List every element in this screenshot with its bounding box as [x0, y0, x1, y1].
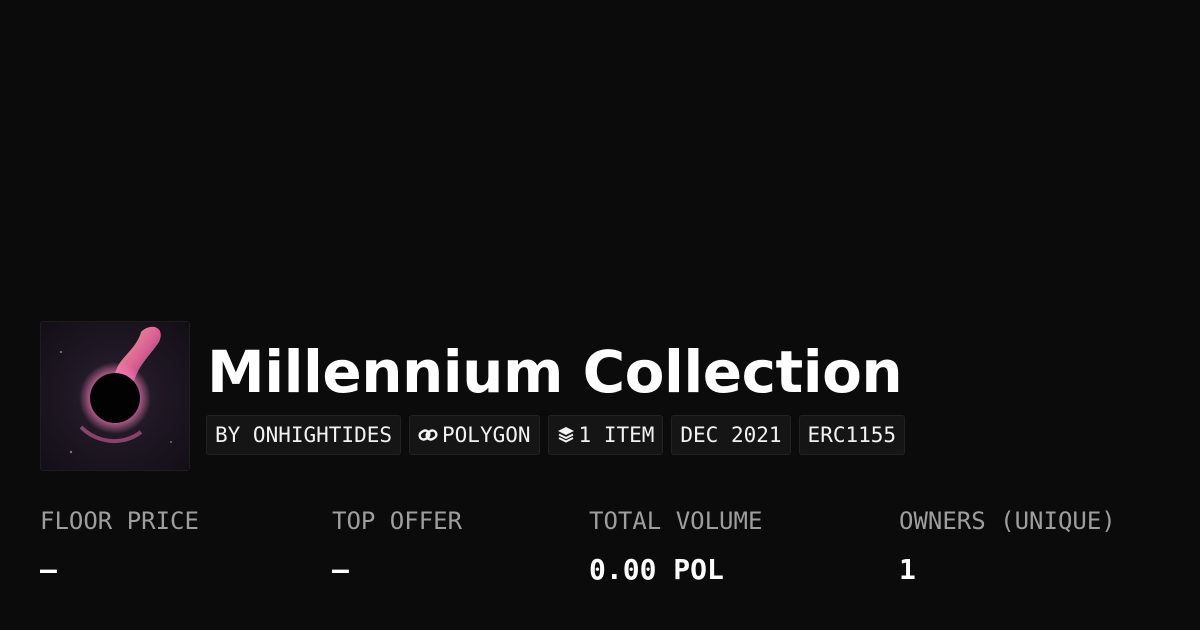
- standard-tag: ERC1155: [798, 415, 906, 455]
- total-volume-label: TOTAL VOLUME: [589, 507, 763, 535]
- top-offer-label: TOP OFFER: [332, 507, 463, 535]
- floor-price-value: –: [40, 553, 57, 586]
- items-tag[interactable]: 1 ITEM: [547, 415, 664, 455]
- date-label: DEC 2021: [680, 423, 782, 447]
- owners-value: 1: [899, 553, 916, 586]
- polygon-link-icon: [418, 426, 438, 444]
- date-tag: DEC 2021: [671, 415, 791, 455]
- floor-price-stat: FLOOR PRICE –: [40, 503, 199, 590]
- chain-tag[interactable]: POLYGON: [409, 415, 540, 455]
- chain-label: POLYGON: [442, 423, 531, 447]
- items-label: 1 ITEM: [578, 423, 655, 447]
- total-volume-stat: TOTAL VOLUME 0.00 POL: [589, 503, 762, 590]
- floor-price-label: FLOOR PRICE: [40, 507, 199, 535]
- collection-tags: BY ONHIGHTIDES POLYGON 1 ITEM DEC 2021 E…: [206, 415, 906, 455]
- black-hole-artwork: [41, 322, 189, 470]
- collection-avatar: [40, 321, 190, 471]
- creator-label: BY ONHIGHTIDES: [215, 423, 393, 447]
- owners-stat: OWNERS (UNIQUE) 1: [899, 503, 1116, 590]
- owners-label: OWNERS (UNIQUE): [899, 507, 1116, 535]
- collection-title: Millennium Collection: [207, 338, 903, 406]
- layers-icon: [557, 426, 575, 444]
- creator-tag[interactable]: BY ONHIGHTIDES: [206, 415, 402, 455]
- top-offer-value: –: [332, 553, 349, 586]
- top-offer-stat: TOP OFFER –: [332, 503, 462, 590]
- total-volume-value: 0.00 POL: [589, 553, 724, 586]
- standard-label: ERC1155: [807, 423, 897, 447]
